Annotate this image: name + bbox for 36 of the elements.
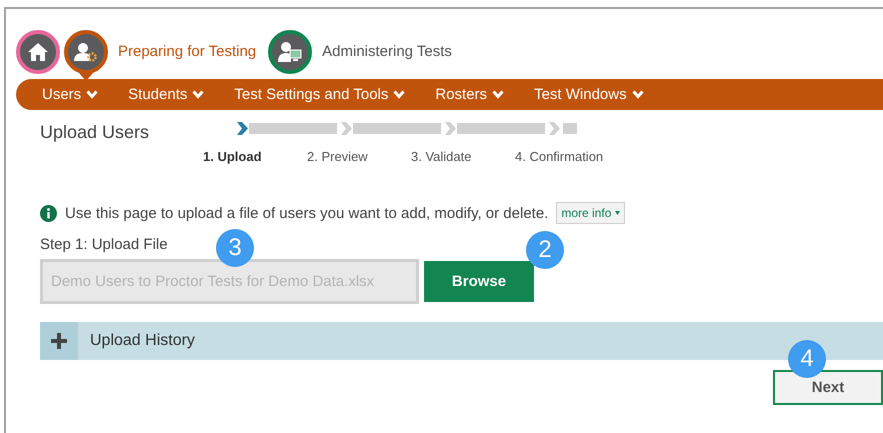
administering-button[interactable] bbox=[268, 30, 312, 74]
browse-button[interactable]: Browse bbox=[424, 261, 534, 302]
step-label: 2. Preview bbox=[307, 149, 369, 164]
home-button[interactable] bbox=[16, 30, 60, 74]
person-gear-icon bbox=[74, 42, 98, 62]
chevron-down-icon bbox=[192, 90, 204, 99]
annotation-badge: 3 bbox=[216, 229, 254, 267]
upload-history-title: Upload History bbox=[90, 332, 195, 350]
preparing-button[interactable] bbox=[64, 30, 108, 81]
next-button[interactable]: Next bbox=[773, 370, 883, 405]
more-info-button[interactable]: more info bbox=[556, 202, 626, 224]
chevron-down-icon bbox=[492, 90, 504, 99]
nav-menu[interactable]: Rosters bbox=[435, 86, 504, 103]
info-icon bbox=[40, 204, 57, 222]
plus-icon bbox=[51, 333, 67, 349]
section-link[interactable]: Preparing for Testing bbox=[118, 30, 256, 74]
step-label: 3. Validate bbox=[411, 149, 472, 164]
expand-toggle[interactable] bbox=[40, 322, 78, 360]
chevron-down-icon bbox=[86, 90, 98, 99]
caret-icon bbox=[615, 211, 620, 215]
nav-menu[interactable]: Test Windows bbox=[534, 86, 644, 103]
nav-menu[interactable]: Students bbox=[128, 86, 204, 103]
step-heading: Step 1: Upload File bbox=[40, 236, 168, 253]
section-link[interactable]: Administering Tests bbox=[322, 30, 452, 74]
chevron-down-icon bbox=[393, 90, 406, 99]
page-title: Upload Users bbox=[40, 122, 150, 144]
info-text: Use this page to upload a file of users you want to add, modify, or delete. bbox=[65, 204, 548, 222]
step-label: 4. Confirmation bbox=[515, 149, 604, 164]
nav-menu[interactable]: Test Settings and Tools bbox=[234, 86, 406, 103]
nav-menu[interactable]: Users bbox=[42, 86, 98, 103]
chevron-down-icon bbox=[632, 90, 644, 99]
annotation-badge: 2 bbox=[526, 231, 564, 269]
home-icon bbox=[27, 42, 49, 62]
person-monitor-icon bbox=[278, 41, 302, 63]
progress-segment bbox=[563, 123, 577, 134]
step-label: 1. Upload bbox=[203, 149, 263, 164]
